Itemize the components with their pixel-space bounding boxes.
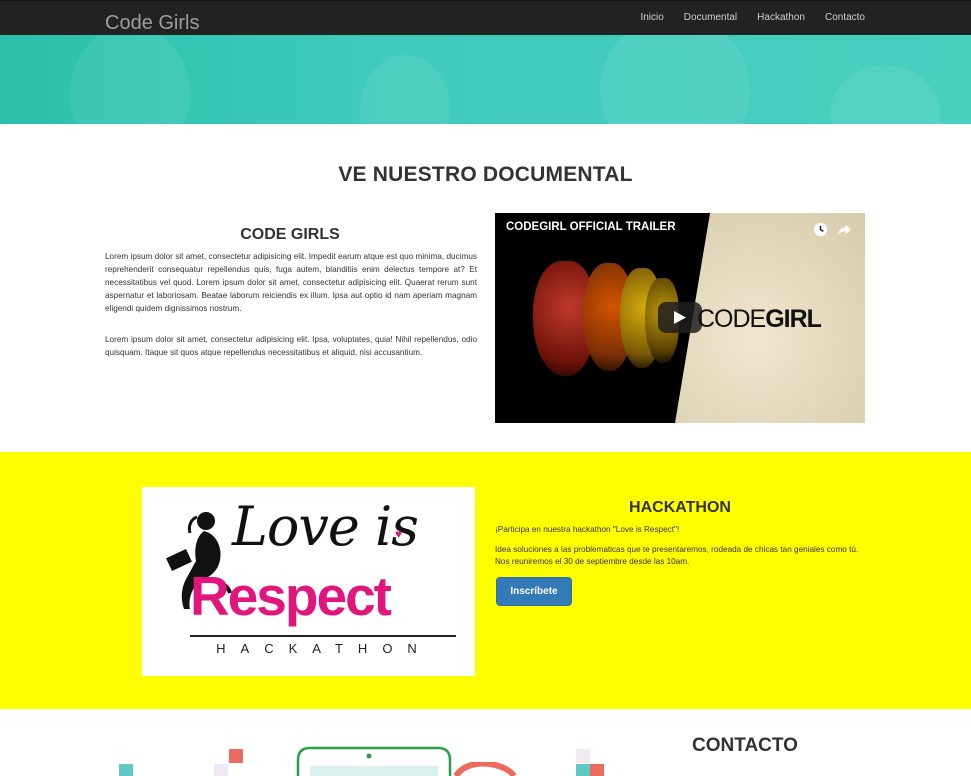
documental-paragraph-1: Lorem ipsum dolor sit amet, consectetur … [105, 252, 477, 313]
decor-square [229, 749, 243, 763]
nav-link-inicio[interactable]: Inicio [640, 12, 663, 24]
share-icon[interactable] [837, 222, 852, 237]
hackathon-description: Idea soluciones a las problematicas que … [495, 545, 859, 566]
contacto-heading: CONTACTO [692, 735, 798, 756]
code-girls-subheading: CODE GIRLS [240, 226, 340, 243]
watch-later-icon[interactable] [813, 222, 828, 237]
inscribete-button[interactable]: Inscríbete [496, 577, 572, 606]
hackathon-section: Love is ♥ Respect HACKATHON [0, 452, 971, 709]
hero-banner [0, 35, 971, 124]
documental-paragraph-2: Lorem ipsum dolor sit amet, consectetur … [105, 335, 477, 357]
nav-links: Inicio Documental Hackathon Contacto [620, 12, 865, 24]
decor-square [590, 764, 604, 776]
navbar: Code Girls Inicio Documental Hackathon C… [0, 0, 971, 35]
hackathon-heading: HACKATHON [629, 499, 731, 516]
decor-square [576, 764, 590, 776]
decor-square [576, 749, 590, 763]
nav-link-hackathon[interactable]: Hackathon [757, 12, 805, 24]
love-is-respect-logo: Love is ♥ Respect HACKATHON [142, 487, 475, 676]
hackathon-intro: ¡Participa en nuestra hackathon "Love is… [495, 525, 680, 534]
documental-heading: VE NUESTRO DOCUMENTAL [338, 163, 633, 186]
play-button[interactable] [658, 302, 702, 333]
decor-square [119, 764, 133, 776]
logo-divider [190, 635, 456, 637]
nav-link-contacto[interactable]: Contacto [825, 12, 865, 24]
tablet-illustration-icon [296, 746, 452, 776]
logo-respect: Respect [190, 565, 392, 627]
video-logo: CODEGIRL [697, 305, 822, 333]
decor-square [214, 764, 228, 776]
logo-love-is: Love is [232, 495, 419, 558]
video-player[interactable]: CODEGIRL OFFICIAL TRAILER CODEGIRL [495, 213, 865, 423]
nav-link-documental[interactable]: Documental [684, 12, 737, 24]
heart-icon: ♥ [395, 527, 403, 541]
coffee-cup-icon [453, 762, 517, 776]
play-icon [674, 311, 686, 324]
video-title[interactable]: CODEGIRL OFFICIAL TRAILER [506, 221, 676, 233]
brand-logo[interactable]: Code Girls [105, 11, 199, 35]
logo-hackathon: HACKATHON [216, 641, 432, 656]
